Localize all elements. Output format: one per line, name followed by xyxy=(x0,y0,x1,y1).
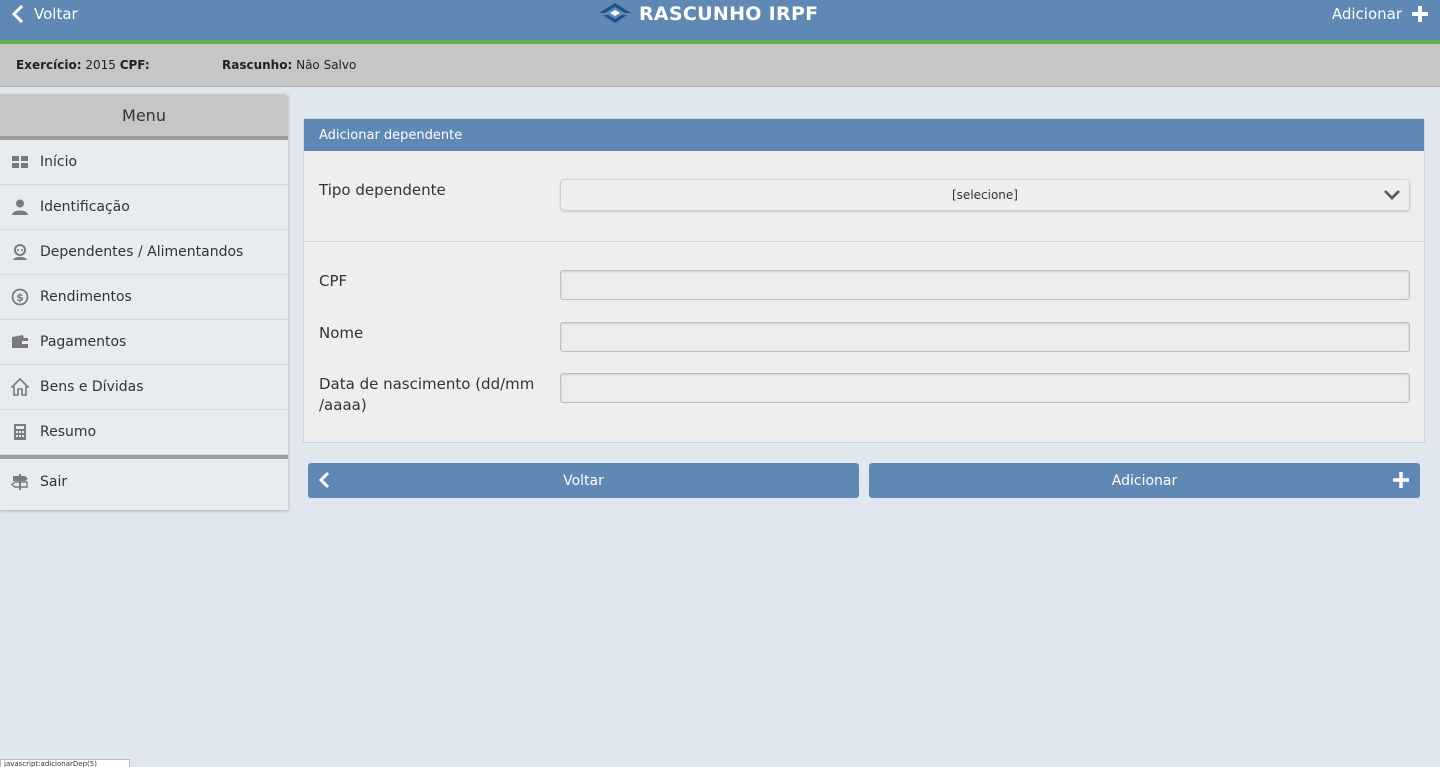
header-add-label: Adicionar xyxy=(1331,5,1402,23)
add-dependent-panel: Adicionar dependente Tipo dependente [se… xyxy=(303,118,1425,443)
sidebar-item-label: Resumo xyxy=(40,424,97,440)
exercicio-info: Exercício: 2015 CPF: xyxy=(16,58,150,72)
sidebar-item-label: Rendimentos xyxy=(40,289,132,305)
back-button-label: Voltar xyxy=(563,472,604,489)
signpost-icon xyxy=(11,473,29,491)
sidebar-item-label: Bens e Dívidas xyxy=(40,379,144,395)
home-icon xyxy=(11,378,29,396)
sidebar-item-rendimentos[interactable]: $ Rendimentos xyxy=(0,275,288,320)
tipo-dependente-value: [selecione] xyxy=(952,188,1018,202)
panel-title: Adicionar dependente xyxy=(304,119,1424,151)
receita-logo-icon xyxy=(599,3,631,23)
rascunho-value: Não Salvo xyxy=(296,58,357,72)
sidebar-item-label: Pagamentos xyxy=(40,334,127,350)
person-icon xyxy=(11,198,29,216)
grid-icon xyxy=(11,153,29,171)
header-back-button[interactable]: Voltar xyxy=(12,0,78,28)
status-bar-link: javascript:adicionarDep(5) xyxy=(0,759,130,767)
exercicio-label: Exercício: xyxy=(16,58,82,72)
chevron-left-icon xyxy=(318,471,330,489)
calculator-icon xyxy=(11,423,29,441)
sidebar-item-identificacao[interactable]: Identificação xyxy=(0,185,288,230)
nome-input[interactable] xyxy=(560,322,1410,352)
declaration-info-bar: Exercício: 2015 CPF: Rascunho: Não Salvo xyxy=(0,44,1440,87)
data-nascimento-label: Data de nascimento (dd/mm /aaaa) xyxy=(319,375,535,414)
people-icon xyxy=(11,243,29,261)
header-back-label: Voltar xyxy=(34,5,78,23)
sidebar-item-label: Sair xyxy=(40,474,68,490)
tipo-dependente-label: Tipo dependente xyxy=(319,181,446,199)
sidebar-item-inicio[interactable]: Início xyxy=(0,140,288,185)
header-add-button[interactable]: Adicionar xyxy=(1332,0,1430,28)
dollar-icon: $ xyxy=(11,288,29,306)
top-header: Voltar RASCUNHO IRPF Adicionar xyxy=(0,0,1440,40)
back-button[interactable]: Voltar xyxy=(308,463,859,498)
chevron-down-icon xyxy=(1384,190,1400,200)
sidebar-item-label: Dependentes / Alimentandos xyxy=(40,244,244,260)
sidebar-item-dependentes[interactable]: Dependentes / Alimentandos xyxy=(0,230,288,275)
plus-icon xyxy=(1393,472,1409,488)
nome-label: Nome xyxy=(319,324,364,342)
rascunho-label: Rascunho: xyxy=(222,58,293,72)
app-brand: RASCUNHO IRPF xyxy=(597,0,818,28)
sidebar-menu: Menu Início Identificação Dependentes / … xyxy=(0,94,288,510)
plus-icon xyxy=(1412,6,1428,22)
menu-title: Menu xyxy=(0,94,288,140)
wallet-icon xyxy=(11,333,29,351)
cpf-info-label: CPF: xyxy=(119,58,150,72)
form-divider xyxy=(304,241,1424,242)
app-title: RASCUNHO IRPF xyxy=(639,3,819,25)
add-button-label: Adicionar xyxy=(1111,472,1178,489)
rascunho-info: Rascunho: Não Salvo xyxy=(222,58,356,72)
sidebar-item-label: Identificação xyxy=(40,199,130,215)
cpf-label: CPF xyxy=(319,272,348,290)
add-button[interactable]: Adicionar xyxy=(869,463,1420,498)
tipo-dependente-select[interactable]: [selecione] xyxy=(560,179,1410,211)
sidebar-item-label: Início xyxy=(40,154,78,170)
cpf-input[interactable] xyxy=(560,270,1410,300)
exercicio-value: 2015 xyxy=(85,58,116,72)
data-nascimento-input[interactable] xyxy=(560,373,1410,403)
sidebar-item-bens-dividas[interactable]: Bens e Dívidas xyxy=(0,365,288,410)
svg-text:$: $ xyxy=(16,291,24,304)
sidebar-item-resumo[interactable]: Resumo xyxy=(0,410,288,455)
chevron-left-icon xyxy=(12,5,24,23)
sidebar-item-sair[interactable]: Sair xyxy=(0,459,288,505)
sidebar-item-pagamentos[interactable]: Pagamentos xyxy=(0,320,288,365)
